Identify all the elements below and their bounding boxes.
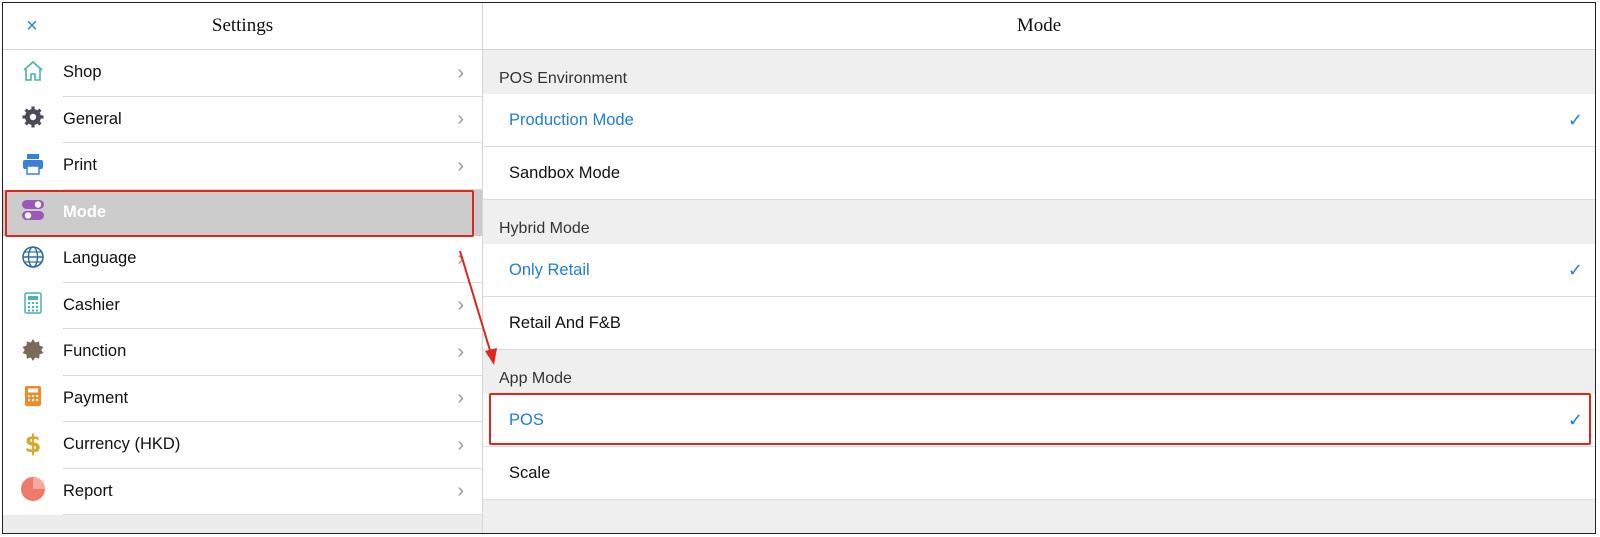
pie-chart-icon bbox=[20, 476, 46, 507]
badge-icon bbox=[21, 338, 45, 367]
option-label: Only Retail bbox=[509, 260, 590, 279]
chevron-right-icon: › bbox=[457, 387, 464, 410]
chevron-right-icon: › bbox=[457, 108, 464, 131]
chevron-right-icon: › bbox=[457, 61, 464, 84]
chevron-right-icon: › bbox=[457, 247, 464, 270]
sidebar-item-cashier[interactable]: Cashier › bbox=[3, 283, 482, 329]
calculator-icon bbox=[21, 291, 45, 320]
sidebar-item-shop[interactable]: Shop › bbox=[3, 50, 482, 97]
mode-header: Mode bbox=[483, 3, 1595, 50]
sidebar-item-function[interactable]: Function › bbox=[3, 329, 482, 376]
sidebar-item-label: Cashier bbox=[63, 295, 120, 314]
chevron-right-icon: › bbox=[457, 154, 464, 177]
globe-icon bbox=[21, 245, 45, 274]
sidebar-item-print[interactable]: Print › bbox=[3, 143, 482, 190]
dollar-icon: $ bbox=[21, 430, 45, 461]
sidebar-item-label: Language bbox=[63, 249, 137, 268]
sidebar-item-general[interactable]: General › bbox=[3, 97, 482, 143]
settings-footer bbox=[3, 515, 482, 533]
calculator-icon bbox=[21, 384, 45, 413]
mode-title: Mode bbox=[1016, 15, 1062, 36]
sidebar-item-mode[interactable]: Mode bbox=[3, 189, 482, 236]
pos-highlight-box bbox=[489, 393, 1591, 445]
section-heading-app-mode: App Mode bbox=[499, 370, 572, 387]
option-label: Production Mode bbox=[509, 110, 634, 129]
section-heading-hybrid-mode: Hybrid Mode bbox=[499, 220, 590, 237]
checkmark-icon: ✓ bbox=[1567, 259, 1583, 280]
sidebar-item-label: Currency (HKD) bbox=[63, 435, 181, 454]
sidebar-item-label: Mode bbox=[63, 203, 107, 222]
option-production-mode[interactable]: Production Mode ✓ bbox=[483, 94, 1595, 147]
option-label: Scale bbox=[509, 463, 551, 482]
option-label: POS bbox=[509, 410, 544, 429]
svg-text:$: $ bbox=[25, 430, 42, 456]
settings-header: × Settings bbox=[3, 3, 482, 50]
sidebar-item-currency[interactable]: $ Currency (HKD) › bbox=[3, 422, 482, 469]
option-pos[interactable]: POS ✓ bbox=[483, 393, 1595, 447]
settings-title: Settings bbox=[211, 15, 274, 36]
sidebar-item-language[interactable]: Language › bbox=[3, 236, 482, 283]
sidebar-item-report[interactable]: Report › bbox=[3, 469, 482, 515]
option-label: Sandbox Mode bbox=[509, 163, 620, 182]
checkmark-icon: ✓ bbox=[1567, 409, 1583, 430]
app-window: × Settings Shop › General › Print › Mode… bbox=[2, 2, 1596, 534]
chevron-right-icon: › bbox=[457, 340, 464, 363]
printer-icon bbox=[21, 152, 45, 181]
checkmark-icon: ✓ bbox=[1567, 109, 1583, 130]
option-retail-and-fb[interactable]: Retail And F&B bbox=[483, 297, 1595, 350]
sidebar-item-label: Report bbox=[63, 481, 113, 500]
section-heading-pos-environment: POS Environment bbox=[499, 70, 628, 87]
option-scale[interactable]: Scale bbox=[483, 447, 1595, 500]
chevron-right-icon: › bbox=[457, 480, 464, 503]
sidebar-item-label: Payment bbox=[63, 388, 129, 407]
mode-panel: Mode POS Environment Production Mode ✓ S… bbox=[483, 3, 1595, 533]
sidebar-item-label: General bbox=[63, 109, 122, 128]
chevron-right-icon: › bbox=[457, 433, 464, 456]
option-only-retail[interactable]: Only Retail ✓ bbox=[483, 244, 1595, 297]
option-label: Retail And F&B bbox=[509, 313, 621, 332]
toggle-icon bbox=[21, 198, 45, 227]
sidebar-item-label: Print bbox=[63, 156, 97, 175]
settings-menu: Shop › General › Print › Mode Language ›… bbox=[3, 50, 482, 515]
settings-panel: × Settings Shop › General › Print › Mode… bbox=[3, 3, 483, 533]
sidebar-item-label: Shop bbox=[63, 63, 102, 82]
chevron-right-icon: › bbox=[457, 294, 464, 317]
option-sandbox-mode[interactable]: Sandbox Mode bbox=[483, 147, 1595, 200]
gear-icon bbox=[21, 105, 45, 134]
close-icon[interactable]: × bbox=[21, 15, 43, 37]
sidebar-item-label: Function bbox=[63, 342, 127, 361]
sidebar-item-payment[interactable]: Payment › bbox=[3, 376, 482, 422]
home-icon bbox=[21, 59, 45, 88]
